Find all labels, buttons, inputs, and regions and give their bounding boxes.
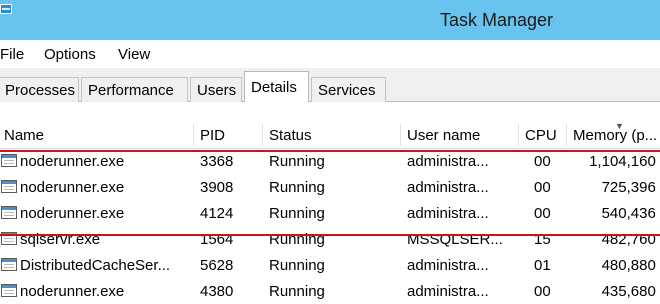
column-header-name[interactable]: Name (4, 127, 44, 144)
column-header-row: Name PID Status User name CPU Memory (p.… (0, 120, 660, 149)
process-status: Running (269, 205, 325, 222)
process-name: noderunner.exe (20, 205, 125, 222)
title-bar: Task Manager (0, 0, 660, 40)
process-memory: 480,880 K (601, 257, 660, 274)
process-name: noderunner.exe (20, 283, 125, 300)
process-status: Running (269, 257, 325, 274)
window-title: Task Manager (440, 10, 554, 30)
process-status: Running (269, 231, 325, 248)
process-name: noderunner.exe (20, 153, 125, 170)
process-name: DistributedCacheSer... (20, 257, 171, 274)
table-row[interactable]: sqlservr.exe 1564 Running MSSQLSER... 15… (0, 226, 660, 252)
tab-users[interactable]: Users (190, 77, 242, 102)
menu-bar: File Options View (0, 40, 660, 68)
process-user: administra... (407, 283, 489, 300)
tab-services[interactable]: Services (311, 77, 386, 102)
tab-performance[interactable]: Performance (81, 77, 188, 102)
process-pid: 3368 (200, 153, 234, 170)
process-cpu: 00 (534, 153, 551, 170)
process-status: Running (269, 283, 325, 300)
tab-details[interactable]: Details (244, 71, 309, 102)
process-user: administra... (407, 153, 489, 170)
process-window-icon (1, 154, 17, 167)
task-manager-icon[interactable] (0, 4, 12, 14)
column-header-cpu[interactable]: CPU (518, 124, 557, 146)
table-row[interactable]: noderunner.exe 4124 Running administra..… (0, 200, 660, 226)
process-cpu: 00 (534, 283, 551, 300)
process-pid: 4124 (200, 205, 234, 222)
table-row[interactable]: DistributedCacheSer... 5628 Running admi… (0, 252, 660, 278)
process-cpu: 00 (534, 205, 551, 222)
table-row[interactable]: noderunner.exe 3368 Running administra..… (0, 148, 660, 174)
table-row[interactable]: noderunner.exe 3908 Running administra..… (0, 174, 660, 200)
process-status: Running (269, 179, 325, 196)
process-pid: 5628 (200, 257, 234, 274)
process-memory: 482,760 K (601, 231, 660, 248)
process-pid: 4380 (200, 283, 234, 300)
column-header-status[interactable]: Status (262, 124, 312, 146)
table-row[interactable]: noderunner.exe 4380 Running administra..… (0, 278, 660, 304)
process-window-icon (1, 206, 17, 219)
process-memory: 725,396 K (601, 179, 660, 196)
column-header-user[interactable]: User name (400, 124, 480, 146)
process-pid: 1564 (200, 231, 234, 248)
process-user: administra... (407, 179, 489, 196)
process-cpu: 00 (534, 179, 551, 196)
process-user: administra... (407, 257, 489, 274)
process-memory: 1,104,160 K (589, 153, 660, 170)
process-pid: 3908 (200, 179, 234, 196)
tab-bar: Processes Performance Users Details Serv… (0, 68, 660, 102)
process-name: noderunner.exe (20, 179, 125, 196)
menu-view[interactable]: View (118, 46, 150, 63)
menu-file[interactable]: File (0, 46, 24, 63)
column-header-pid[interactable]: PID (193, 124, 225, 146)
process-window-icon (1, 232, 17, 245)
process-cpu: 15 (534, 231, 551, 248)
tab-processes[interactable]: Processes (0, 77, 79, 102)
menu-options[interactable]: Options (44, 46, 96, 63)
process-window-icon (1, 258, 17, 271)
sort-descending-icon: ▼ (615, 121, 624, 131)
process-window-icon (1, 284, 17, 297)
details-table: Name PID Status User name CPU Memory (p.… (0, 102, 660, 300)
process-user: MSSQLSER... (407, 231, 503, 248)
process-memory: 435,680 K (601, 283, 660, 300)
process-window-icon (1, 180, 17, 193)
column-header-memory[interactable]: Memory (p... (566, 124, 657, 146)
process-cpu: 01 (534, 257, 551, 274)
process-status: Running (269, 153, 325, 170)
process-user: administra... (407, 205, 489, 222)
process-name: sqlservr.exe (20, 231, 101, 248)
process-memory: 540,436 K (601, 205, 660, 222)
